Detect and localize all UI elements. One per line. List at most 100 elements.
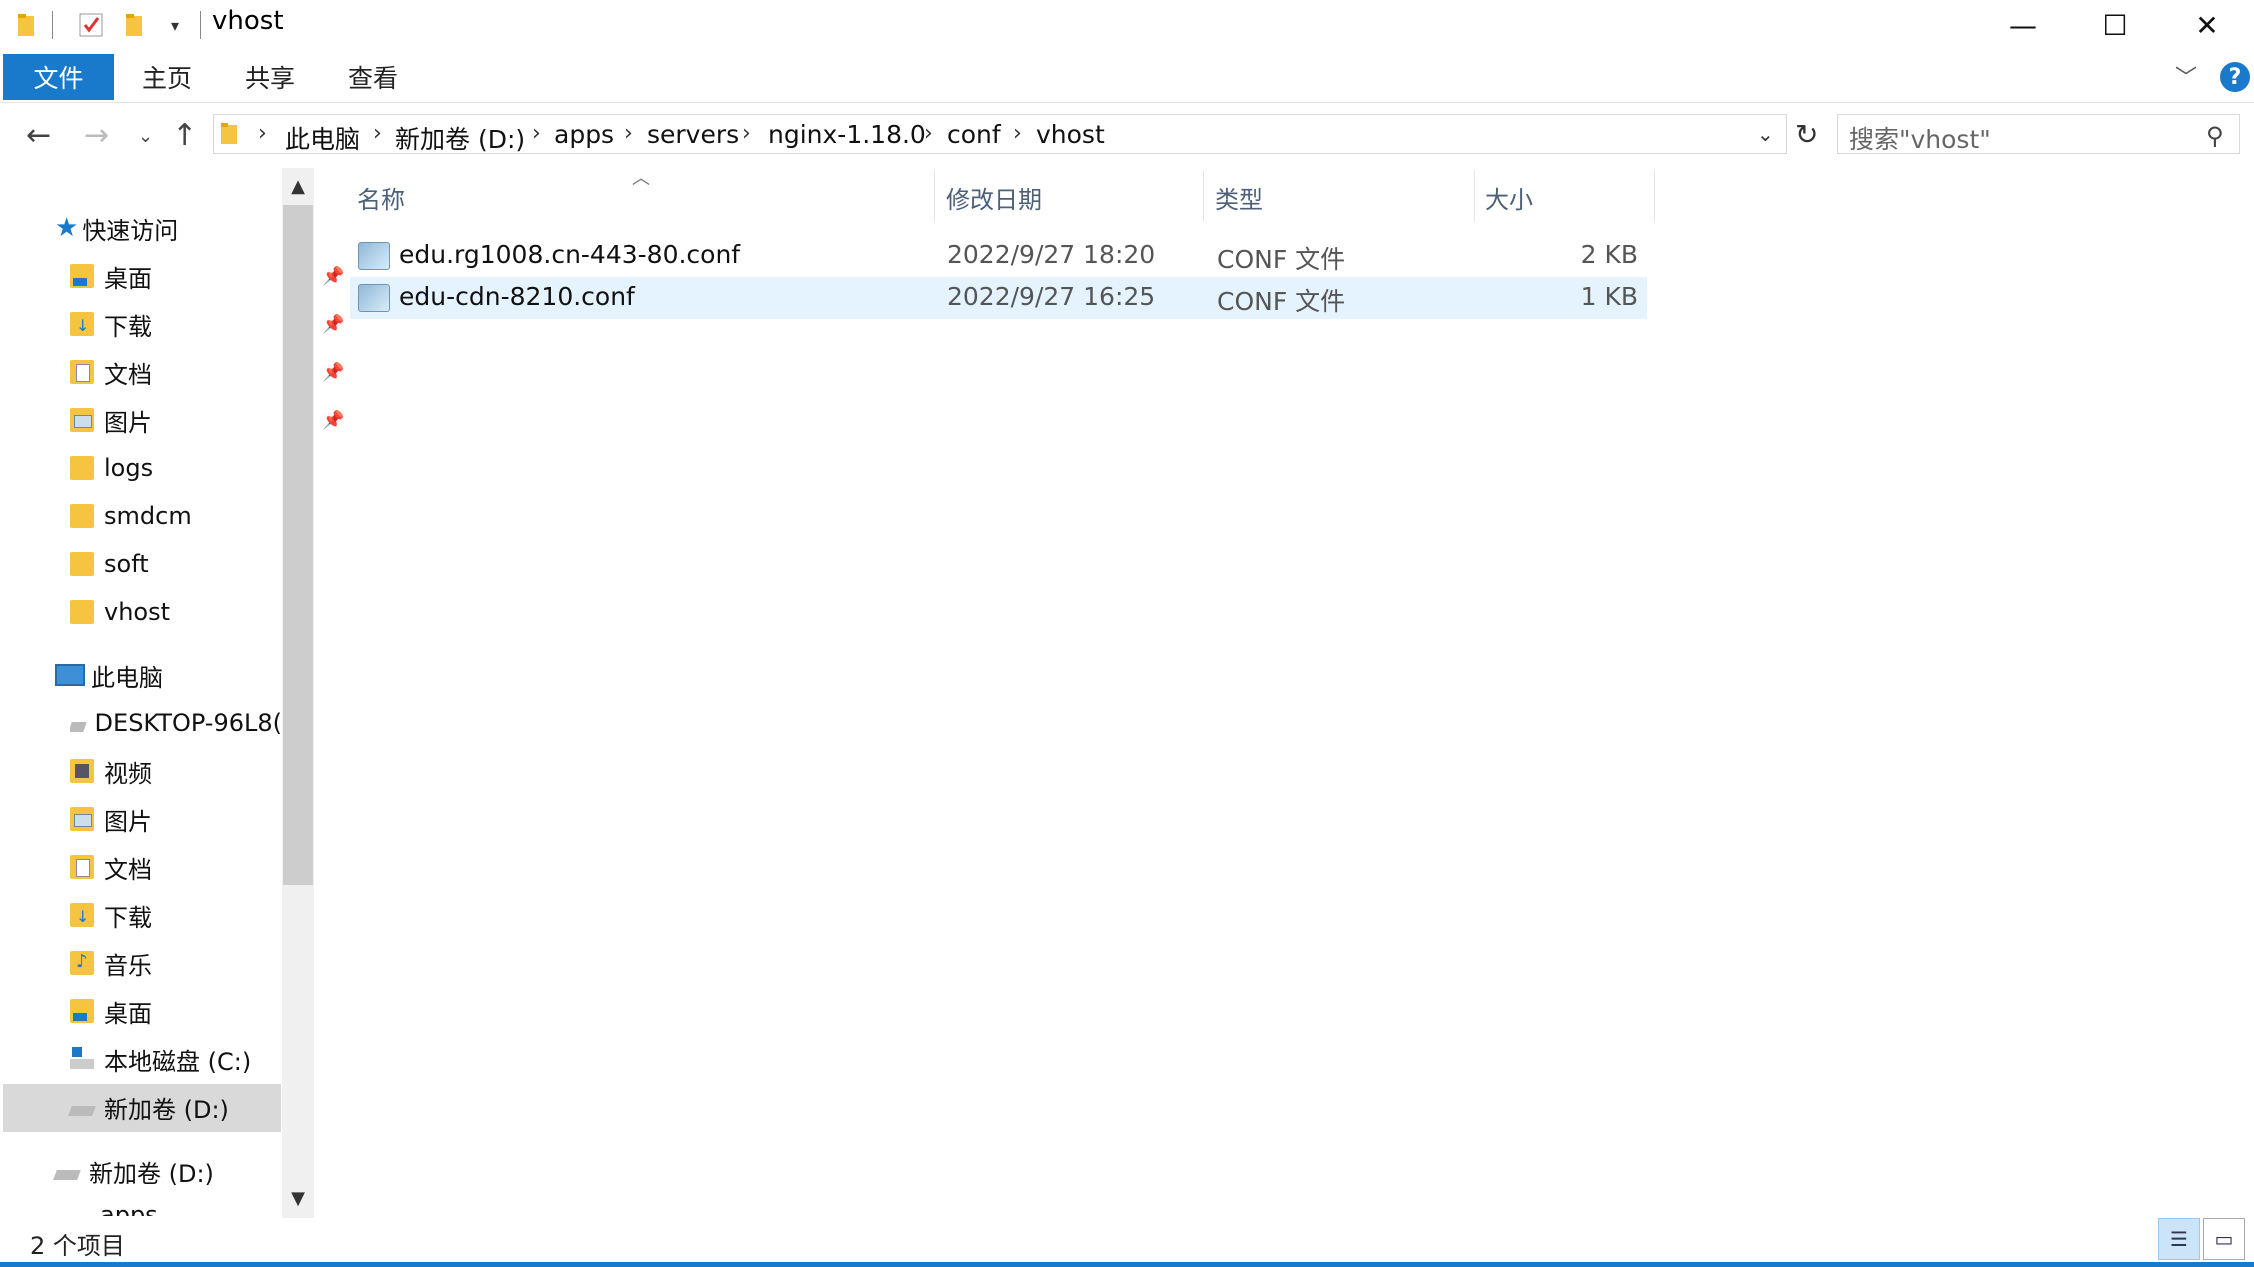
nav-item-apps-partial[interactable]: apps	[100, 1198, 158, 1216]
nav-label: 桌面	[104, 264, 152, 293]
scroll-up-icon[interactable]: ▲	[283, 176, 313, 197]
pin-icon[interactable]: 📌	[322, 362, 344, 383]
nav-item-vhost[interactable]: vhost	[70, 589, 170, 635]
nav-item-smdcm[interactable]: smdcm	[70, 493, 192, 539]
nav-label: DESKTOP-96L8(	[94, 709, 282, 737]
address-dropdown-icon[interactable]: ⌄	[1757, 122, 1774, 146]
nav-label: 下载	[104, 903, 152, 932]
maximize-button[interactable]: ☐	[2069, 0, 2161, 50]
column-divider[interactable]	[1203, 170, 1204, 222]
chevron-down-icon[interactable]: ﹀	[2175, 60, 2197, 92]
file-name[interactable]: edu-cdn-8210.conf	[399, 282, 635, 311]
chevron-right-icon[interactable]: ›	[742, 121, 751, 146]
desktop-folder-icon	[70, 264, 94, 288]
nav-item-videos[interactable]: 视频	[70, 748, 152, 794]
desktop-folder-icon	[70, 999, 94, 1023]
file-name[interactable]: edu.rg1008.cn-443-80.conf	[399, 240, 740, 269]
tab-share[interactable]: 共享	[230, 54, 310, 100]
nav-label: 桌面	[104, 999, 152, 1028]
column-divider[interactable]	[934, 170, 935, 222]
folder-icon	[220, 121, 240, 149]
nav-item-soft[interactable]: soft	[70, 541, 149, 587]
nav-item-documents[interactable]: 文档 📌	[70, 349, 344, 395]
column-divider[interactable]	[1654, 170, 1655, 222]
nav-item-pc-downloads[interactable]: ↓ 下载	[70, 892, 152, 938]
close-button[interactable]: ✕	[2161, 0, 2253, 50]
recent-locations-icon[interactable]: ⌄	[138, 126, 153, 147]
divider	[200, 11, 201, 39]
nav-item-drive-c[interactable]: 本地磁盘 (C:)	[70, 1036, 251, 1082]
up-arrow-icon[interactable]: ↑	[172, 118, 197, 153]
new-folder-icon[interactable]	[120, 10, 150, 40]
tab-home[interactable]: 主页	[127, 54, 207, 100]
chevron-right-icon[interactable]: ›	[532, 121, 541, 146]
customize-toolbar-icon[interactable]: ▾	[160, 10, 190, 40]
file-date: 2022/9/27 16:25	[947, 282, 1156, 311]
nav-item-pc-pictures[interactable]: 图片	[70, 796, 152, 842]
nav-label: vhost	[104, 598, 171, 626]
star-icon: ★	[55, 213, 79, 243]
pictures-folder-icon	[70, 807, 94, 831]
forward-arrow-icon[interactable]: →	[84, 118, 109, 153]
nav-drive-d-root[interactable]: 新加卷 (D:)	[53, 1148, 214, 1194]
column-header-name[interactable]: 名称	[357, 180, 405, 215]
breadcrumb-this-pc[interactable]: 此电脑	[285, 120, 360, 156]
breadcrumb-servers[interactable]: servers	[647, 120, 739, 149]
nav-item-music[interactable]: ♪ 音乐	[70, 940, 152, 986]
conf-file-icon	[358, 242, 390, 270]
pin-icon[interactable]: 📌	[322, 314, 344, 335]
minimize-button[interactable]: —	[1977, 0, 2069, 50]
search-icon[interactable]: ⚲	[2206, 122, 2224, 150]
folder-icon	[12, 10, 42, 40]
documents-folder-icon	[70, 855, 94, 879]
file-type: CONF 文件	[1217, 245, 1346, 274]
tab-file[interactable]: 文件	[3, 54, 114, 100]
windows-drive-icon	[70, 1047, 94, 1069]
breadcrumb-vhost[interactable]: vhost	[1036, 120, 1105, 149]
nav-item-desktop[interactable]: 桌面 📌	[70, 253, 344, 299]
nav-item-desktop-pc[interactable]: DESKTOP-96L8(	[70, 700, 282, 746]
file-size: 1 KB	[1580, 282, 1638, 311]
nav-label: 音乐	[104, 951, 152, 980]
nav-item-pc-documents[interactable]: 文档	[70, 844, 152, 890]
chevron-right-icon[interactable]: ›	[258, 121, 267, 146]
nav-item-drive-d[interactable]: 新加卷 (D:)	[68, 1084, 229, 1130]
status-item-count: 2 个项目	[30, 1232, 125, 1260]
help-icon[interactable]: ?	[2220, 62, 2250, 92]
nav-item-pc-desktop[interactable]: 桌面	[70, 988, 152, 1034]
nav-label: logs	[104, 454, 154, 482]
pin-icon[interactable]: 📌	[322, 410, 344, 431]
column-header-size[interactable]: 大小	[1485, 180, 1533, 215]
pin-icon[interactable]: 📌	[322, 266, 344, 287]
breadcrumb-apps[interactable]: apps	[554, 120, 614, 149]
large-icons-view-icon[interactable]: ▭	[2203, 1218, 2245, 1260]
column-header-date[interactable]: 修改日期	[946, 180, 1042, 215]
conf-file-icon	[358, 284, 390, 312]
breadcrumb-nginx[interactable]: nginx-1.18.0	[768, 120, 926, 149]
nav-label: 文档	[104, 360, 152, 389]
nav-quick-access[interactable]: ★ 快速访问	[55, 205, 178, 251]
divider	[52, 11, 53, 39]
column-divider[interactable]	[1474, 170, 1475, 222]
scroll-down-icon[interactable]: ▼	[283, 1188, 313, 1209]
nav-label: 视频	[104, 759, 152, 788]
nav-item-downloads[interactable]: ↓ 下载 📌	[70, 301, 344, 347]
properties-icon[interactable]	[76, 10, 106, 40]
nav-item-logs[interactable]: logs	[70, 445, 153, 491]
refresh-icon[interactable]: ↻	[1795, 118, 1818, 151]
folder-icon	[70, 552, 94, 576]
nav-item-pictures[interactable]: 图片 📌	[70, 397, 344, 443]
chevron-right-icon[interactable]: ›	[624, 121, 633, 146]
chevron-right-icon[interactable]: ›	[373, 121, 382, 146]
scrollbar-thumb[interactable]	[283, 205, 313, 885]
chevron-right-icon[interactable]: ›	[924, 121, 933, 146]
tab-view[interactable]: 查看	[333, 54, 413, 100]
back-arrow-icon[interactable]: ←	[26, 118, 51, 153]
nav-this-pc[interactable]: 此电脑	[55, 652, 163, 698]
breadcrumb-drive-d[interactable]: 新加卷 (D:)	[395, 120, 525, 156]
details-view-icon[interactable]: ☰	[2158, 1218, 2200, 1260]
column-header-type[interactable]: 类型	[1215, 180, 1263, 215]
file-size: 2 KB	[1580, 240, 1638, 269]
breadcrumb-conf[interactable]: conf	[947, 120, 1001, 149]
chevron-right-icon[interactable]: ›	[1013, 121, 1022, 146]
